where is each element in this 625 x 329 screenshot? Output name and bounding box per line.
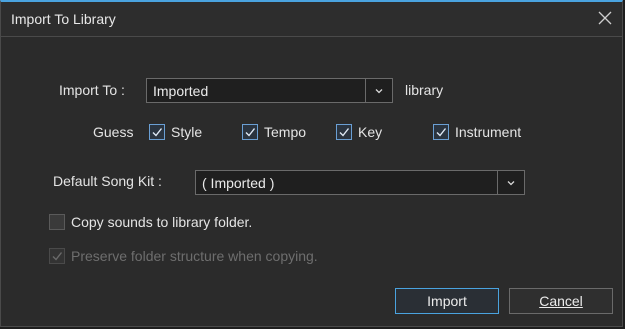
checkmark-icon bbox=[152, 128, 163, 137]
guess-instrument-checkbox[interactable] bbox=[433, 124, 449, 140]
import-to-label: Import To : bbox=[59, 82, 125, 98]
chevron-down-icon[interactable] bbox=[497, 171, 524, 194]
copy-sounds-label: Copy sounds to library folder. bbox=[71, 214, 253, 230]
guess-key-checkbox[interactable] bbox=[336, 124, 352, 140]
import-button[interactable]: Import bbox=[395, 288, 499, 314]
import-dialog: Import To Library Import To : Imported l… bbox=[0, 0, 623, 327]
guess-tempo-label: Tempo bbox=[264, 124, 307, 140]
library-suffix-label: library bbox=[405, 82, 444, 98]
chevron-down-icon[interactable] bbox=[365, 79, 392, 102]
guess-style-checkbox[interactable] bbox=[149, 124, 165, 140]
cancel-button[interactable]: Cancel bbox=[509, 288, 613, 314]
preserve-folder-checkbox[interactable] bbox=[49, 248, 65, 264]
guess-tempo-checkbox[interactable] bbox=[242, 124, 258, 140]
import-to-value: Imported bbox=[153, 83, 209, 99]
checkmark-icon bbox=[339, 128, 350, 137]
guess-key-label: Key bbox=[358, 124, 383, 140]
default-kit-label: Default Song Kit : bbox=[53, 173, 162, 189]
checkmark-icon bbox=[245, 128, 256, 137]
preserve-folder-label: Preserve folder structure when copying. bbox=[71, 248, 318, 264]
default-kit-value: ( Imported ) bbox=[202, 175, 275, 191]
title-bar: Import To Library bbox=[1, 2, 622, 37]
default-kit-select[interactable]: ( Imported ) bbox=[195, 170, 525, 195]
guess-instrument-label: Instrument bbox=[455, 124, 522, 140]
guess-style-label: Style bbox=[171, 124, 203, 140]
copy-sounds-checkbox[interactable] bbox=[49, 214, 65, 230]
guess-label: Guess bbox=[93, 124, 134, 140]
import-to-select[interactable]: Imported bbox=[146, 78, 393, 103]
checkmark-icon bbox=[52, 252, 63, 261]
checkmark-icon bbox=[436, 128, 447, 137]
close-icon[interactable] bbox=[594, 7, 616, 29]
dialog-title: Import To Library bbox=[11, 11, 116, 27]
